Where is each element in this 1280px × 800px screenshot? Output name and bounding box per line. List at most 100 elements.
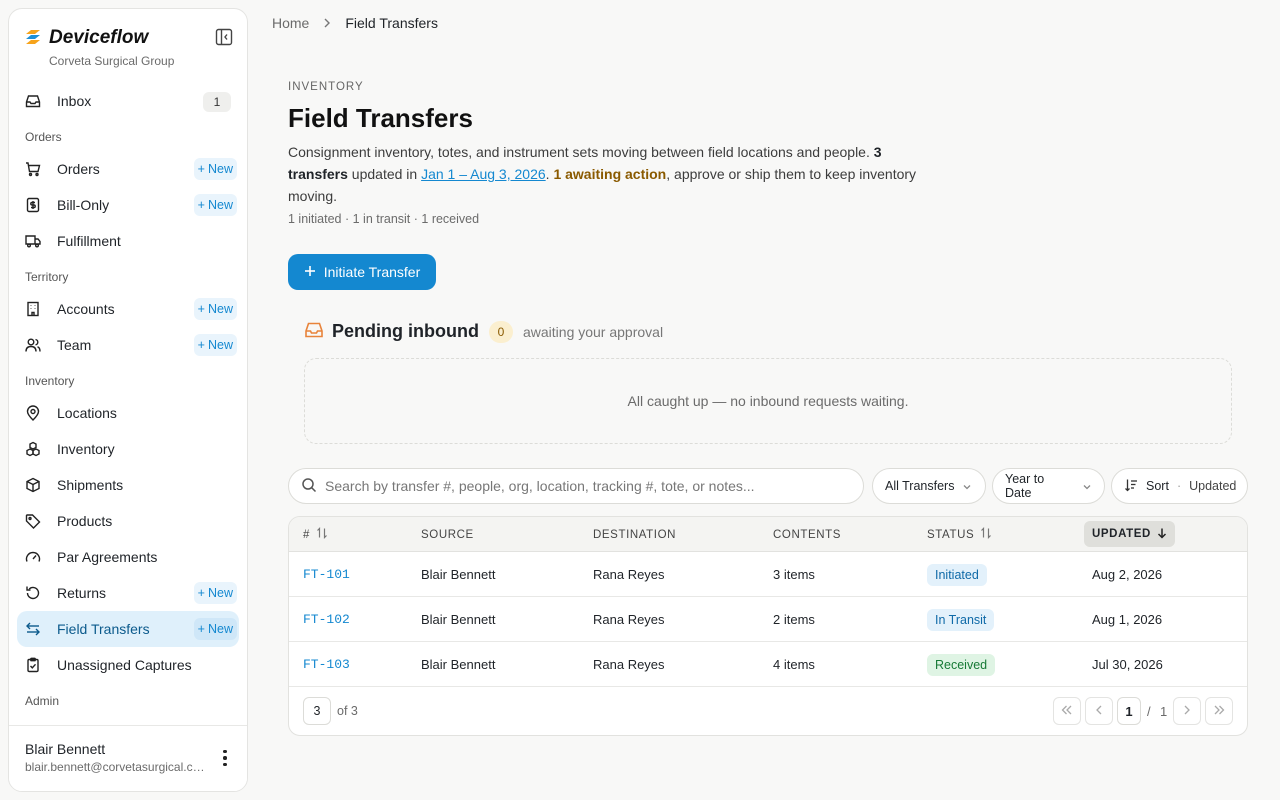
first-page-button[interactable] [1053, 697, 1081, 725]
sort-arrows-icon [980, 527, 992, 542]
table-row[interactable]: FT-101 Blair Bennett Rana Reyes 3 items … [289, 552, 1247, 597]
chevron-down-icon [1082, 481, 1092, 491]
cart-icon [25, 161, 41, 177]
plus-icon: + [197, 622, 205, 636]
sidebar-item-accounts[interactable]: Accounts + New [17, 291, 239, 327]
sidebar-item-label: Accounts [57, 301, 115, 317]
column-destination-header: DESTINATION [593, 528, 677, 541]
date-range-link[interactable]: Jan 1 – Aug 3, 2026 [421, 166, 546, 182]
transfers-filter-value: All Transfers [885, 479, 955, 493]
next-page-button[interactable] [1173, 697, 1201, 725]
new-team-button[interactable]: + New [193, 334, 237, 356]
boxes-icon [25, 441, 41, 457]
plus-icon: + [197, 586, 205, 600]
transfer-id[interactable]: FT-102 [303, 597, 350, 642]
sidebar-item-locations[interactable]: Locations [17, 395, 239, 431]
table-row[interactable]: FT-103 Blair Bennett Rana Reyes 4 items … [289, 642, 1247, 687]
prev-page-button[interactable] [1085, 697, 1113, 725]
sidebar-item-shipments[interactable]: Shipments [17, 467, 239, 503]
sidebar-item-label: Locations [57, 405, 117, 421]
sidebar-item-fulfillment[interactable]: Fulfillment [17, 223, 239, 259]
sidebar-item-label: Shipments [57, 477, 124, 493]
sidebar-item-team[interactable]: Team + New [17, 327, 239, 363]
breadcrumb: Home Field Transfers [272, 15, 438, 31]
updated-cell: Aug 2, 2026 [1092, 567, 1163, 582]
table-row[interactable]: FT-102 Blair Bennett Rana Reyes 2 items … [289, 597, 1247, 642]
sidebar-item-inventory[interactable]: Inventory [17, 431, 239, 467]
search-box[interactable] [288, 468, 864, 504]
new-return-button[interactable]: + New [193, 582, 237, 604]
column-contents-header: CONTENTS [773, 528, 842, 541]
contents-cell: 4 items [773, 657, 815, 672]
pending-empty-state: All caught up — no inbound requests wait… [304, 358, 1232, 444]
new-label: New [207, 338, 233, 352]
chevron-down-icon [962, 481, 972, 491]
new-field-transfer-button[interactable]: + New [193, 618, 237, 640]
transfers-filter-dropdown[interactable]: All Transfers [872, 468, 986, 504]
new-bill-only-button[interactable]: + New [193, 194, 237, 216]
section-territory: Territory [25, 270, 69, 284]
chevrons-right-icon [1213, 704, 1225, 718]
source-cell: Blair Bennett [421, 612, 496, 627]
sidebar-item-returns[interactable]: Returns + New [17, 575, 239, 611]
column-status-header[interactable]: STATUS [927, 517, 992, 552]
sidebar: Deviceflow Corveta Surgical Group Inbox … [8, 8, 248, 792]
truck-icon [25, 233, 41, 249]
chevron-right-icon [1183, 704, 1191, 718]
contents-cell: 2 items [773, 612, 815, 627]
sort-separator: · [1176, 479, 1182, 493]
period-filter-value: Year to Date [1005, 472, 1045, 500]
sidebar-item-field-transfers[interactable]: Field Transfers + New [17, 611, 239, 647]
sidebar-item-unassigned-captures[interactable]: Unassigned Captures [17, 647, 239, 683]
sidebar-item-products[interactable]: Products [17, 503, 239, 539]
sidebar-item-label: Unassigned Captures [57, 657, 192, 673]
new-order-button[interactable]: + New [193, 158, 237, 180]
section-admin: Admin [25, 694, 60, 708]
sidebar-item-bill-only[interactable]: Bill-Only + New [17, 187, 239, 223]
inbox-icon [25, 93, 41, 109]
sort-value: Updated [1189, 479, 1237, 493]
current-page[interactable]: 1 [1117, 697, 1141, 725]
column-id-header[interactable]: # [303, 517, 328, 552]
transfers-table: # SOURCE DESTINATION CONTENTS STATUS UPD… [288, 516, 1248, 736]
transfer-id[interactable]: FT-103 [303, 642, 350, 687]
more-options-icon[interactable] [217, 748, 233, 768]
period-filter-dropdown[interactable]: Year to Date [992, 468, 1105, 504]
sort-arrows-icon [316, 527, 328, 542]
status-summary: 1 initiated · 1 in transit · 1 received [288, 212, 480, 226]
transfer-id[interactable]: FT-101 [303, 552, 350, 597]
new-label: New [207, 198, 233, 212]
sidebar-item-orders[interactable]: Orders + New [17, 151, 239, 187]
sidebar-item-label: Bill-Only [57, 197, 110, 213]
column-label: STATUS [927, 528, 975, 541]
table-header: # SOURCE DESTINATION CONTENTS STATUS UPD… [289, 517, 1247, 552]
page-title: Field Transfers [288, 103, 473, 133]
package-icon [25, 477, 41, 493]
sort-icon [1124, 478, 1138, 495]
last-page-button[interactable] [1205, 697, 1233, 725]
user-menu[interactable]: Blair Bennett blair.bennett@corvetasurgi… [9, 725, 247, 791]
new-label: New [207, 302, 233, 316]
sidebar-item-par-agreements[interactable]: Par Agreements [17, 539, 239, 575]
page-description: Consignment inventory, totes, and instru… [288, 141, 918, 207]
search-input[interactable] [325, 478, 845, 494]
collapse-sidebar-icon[interactable] [215, 28, 233, 46]
brand[interactable]: Deviceflow [25, 27, 148, 49]
updated-cell: Jul 30, 2026 [1092, 657, 1163, 672]
sidebar-item-label: Field Transfers [57, 621, 150, 637]
page-size-select[interactable]: 3 [303, 697, 331, 725]
initiate-transfer-button[interactable]: Initiate Transfer [288, 254, 436, 290]
breadcrumb-home[interactable]: Home [272, 15, 309, 31]
sidebar-item-label: Inbox [57, 93, 92, 109]
user-name: Blair Bennett [25, 741, 106, 757]
users-icon [25, 337, 41, 353]
sort-dropdown[interactable]: Sort · Updated [1111, 468, 1248, 504]
sidebar-item-inbox[interactable]: Inbox 1 [17, 83, 239, 119]
table-footer: 3 of 3 1 / 1 [289, 688, 1247, 735]
status-cell: Received [927, 642, 996, 687]
column-updated-header[interactable]: UPDATED [1084, 521, 1175, 547]
new-account-button[interactable]: + New [193, 298, 237, 320]
sidebar-item-label: Team [57, 337, 92, 353]
bill-icon [25, 197, 41, 213]
page-separator: / [1147, 703, 1151, 719]
